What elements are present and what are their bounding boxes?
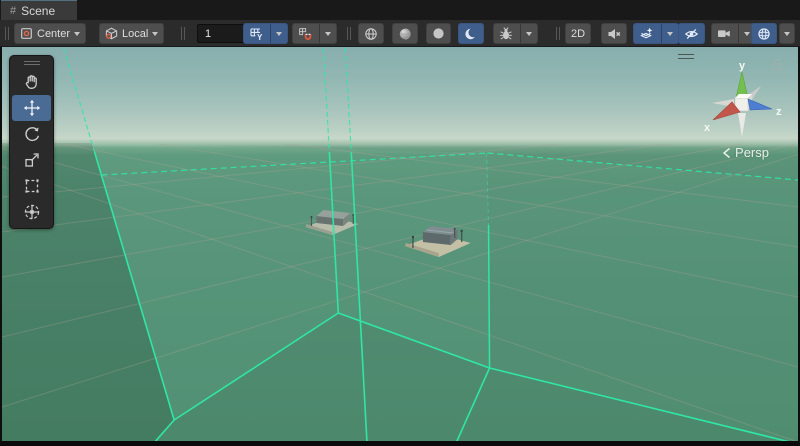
move-arrows-icon [23, 99, 41, 117]
grid-snap-magnet-icon [298, 27, 312, 41]
scene-canvas [2, 47, 798, 441]
moon-crescent-icon [464, 27, 478, 41]
shaded-sphere-icon [398, 27, 412, 41]
gizmos-sphere-icon [757, 27, 771, 41]
chevron-down-icon[interactable] [276, 32, 282, 36]
tool-rotate[interactable] [12, 121, 51, 147]
toolbar-group-handle[interactable] [347, 27, 348, 40]
axis-z-label: z [776, 106, 782, 118]
tab-scene[interactable]: # Scene [1, 0, 77, 20]
chevron-down-icon [152, 32, 158, 36]
scene-tab-label: Scene [21, 4, 55, 18]
rotate-icon [23, 125, 41, 143]
pivot-square-icon [20, 27, 33, 40]
effects-dropdown-toggle[interactable] [633, 23, 679, 44]
projection-label: Persp [735, 145, 769, 160]
toolbar-group-handle[interactable] [181, 27, 182, 40]
tool-move[interactable] [12, 95, 51, 121]
orientation-gizmo[interactable]: y x z [698, 59, 786, 147]
gizmos-toggle-button[interactable] [751, 23, 777, 44]
tool-scale[interactable] [12, 147, 51, 173]
lighting-toggle-button[interactable] [426, 23, 451, 44]
grid-visibility-toggle[interactable]: Y [243, 23, 288, 44]
camera-icon [717, 27, 731, 40]
shadows-toggle-button[interactable] [458, 23, 484, 44]
axis-z-cone[interactable] [748, 99, 772, 110]
scene-visibility-toggle[interactable] [678, 23, 705, 44]
toolbar-group-handle[interactable] [556, 27, 557, 40]
chevron-down-icon[interactable] [325, 32, 331, 36]
rect-tool-icon [23, 177, 41, 195]
shading-wireframe-button[interactable] [358, 23, 384, 44]
svg-text:Y: Y [257, 33, 263, 41]
grid-axis-y-icon: Y [249, 27, 263, 41]
debug-draw-mode-dropdown[interactable] [493, 23, 538, 44]
orientation-mode-dropdown[interactable]: Local [99, 23, 164, 44]
tools-overlay-panel [9, 55, 54, 229]
orientation-mode-label: Local [122, 28, 148, 40]
gizmos-dropdown-button[interactable] [779, 23, 795, 44]
pivot-mode-dropdown[interactable]: Center [14, 23, 86, 44]
ground-shading [2, 143, 798, 441]
chevron-down-icon[interactable] [744, 32, 750, 36]
axis-y-label: y [739, 60, 746, 72]
grid-snap-toggle[interactable] [292, 23, 337, 44]
chevron-down-icon [74, 32, 80, 36]
audio-toggle-button[interactable] [601, 23, 627, 44]
2d-mode-label: 2D [571, 28, 585, 40]
solid-circle-icon [432, 27, 445, 40]
wireframe-sphere-icon [364, 27, 378, 41]
chevron-left-icon [722, 147, 731, 159]
chevron-down-icon[interactable] [526, 32, 532, 36]
toolbar-drag-handle[interactable] [5, 27, 6, 40]
axis-neg-cone[interactable] [738, 113, 746, 137]
chevron-down-icon [784, 32, 790, 36]
effects-layers-sparkle-icon [639, 27, 654, 41]
scene-toolbar: Center Local Y [0, 20, 800, 47]
tool-hand[interactable] [12, 69, 51, 95]
transform-combined-icon [23, 203, 41, 221]
axis-x-label: x [704, 122, 711, 134]
overlay-drag-handle[interactable] [678, 54, 694, 62]
eye-slash-icon [684, 27, 699, 41]
hand-icon [23, 73, 41, 91]
orientation-cube-icon [105, 27, 118, 40]
camera-settings-dropdown[interactable] [711, 23, 756, 44]
pivot-mode-label: Center [37, 28, 70, 40]
projection-toggle[interactable]: Persp [722, 145, 769, 160]
speaker-muted-icon [607, 27, 621, 41]
palette-drag-handle[interactable] [24, 61, 40, 65]
tool-transform[interactable] [12, 199, 51, 225]
2d-mode-toggle[interactable]: 2D [565, 23, 591, 44]
tool-rect[interactable] [12, 173, 51, 199]
scale-icon [23, 151, 41, 169]
chevron-down-icon[interactable] [667, 32, 673, 36]
scene-viewport[interactable]: y x z Persp [0, 47, 800, 446]
tab-bar: # Scene [0, 0, 800, 20]
bug-icon [499, 27, 513, 41]
scene-tab-icon: # [10, 5, 15, 17]
shading-shaded-button[interactable] [392, 23, 418, 44]
